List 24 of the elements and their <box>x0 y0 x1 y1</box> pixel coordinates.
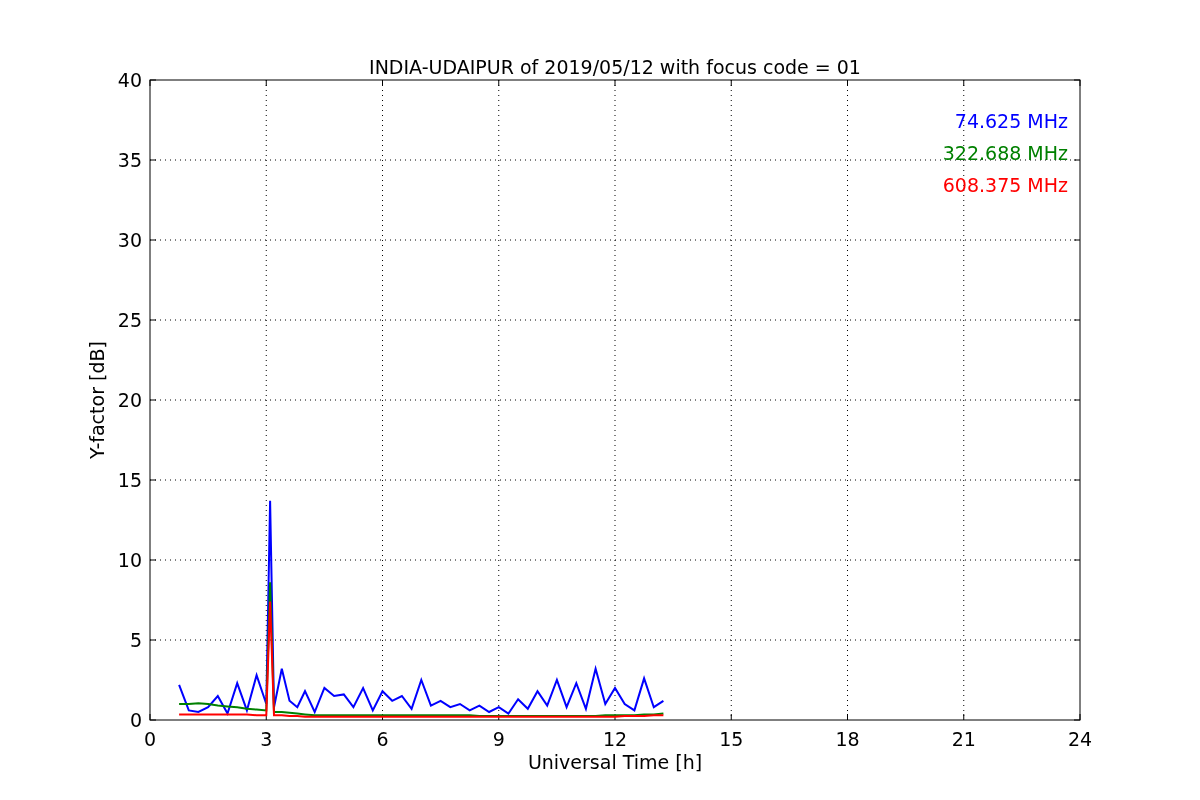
tick-label: 24 <box>1067 728 1093 750</box>
tick-label: 35 <box>117 149 142 171</box>
tick-label: 30 <box>117 229 142 251</box>
tick-label: 21 <box>951 728 976 750</box>
y-axis-label: Y-factor [dB] <box>86 341 108 459</box>
tick-label: 6 <box>376 728 389 750</box>
tick-label: 5 <box>129 629 142 651</box>
tick-label: 10 <box>117 549 142 571</box>
tick-label: 20 <box>117 389 142 411</box>
legend-label: 322.688 MHz <box>942 142 1068 164</box>
tick-label: 0 <box>129 709 142 731</box>
legend-label: 608.375 MHz <box>942 174 1068 196</box>
legend-label: 74.625 MHz <box>954 110 1068 132</box>
tick-label: 9 <box>492 728 505 750</box>
tick-label: 40 <box>117 69 142 91</box>
tick-label: 15 <box>719 728 744 750</box>
tick-label: 18 <box>835 728 860 750</box>
chart-title: INDIA-UDAIPUR of 2019/05/12 with focus code = 01 <box>369 56 861 78</box>
tick-label: 0 <box>143 728 157 750</box>
tick-label: 25 <box>117 309 142 331</box>
tick-label: 15 <box>117 469 142 491</box>
tick-label: 12 <box>602 728 628 750</box>
x-axis-label: Universal Time [h] <box>527 751 703 773</box>
tick-label: 3 <box>260 728 273 750</box>
